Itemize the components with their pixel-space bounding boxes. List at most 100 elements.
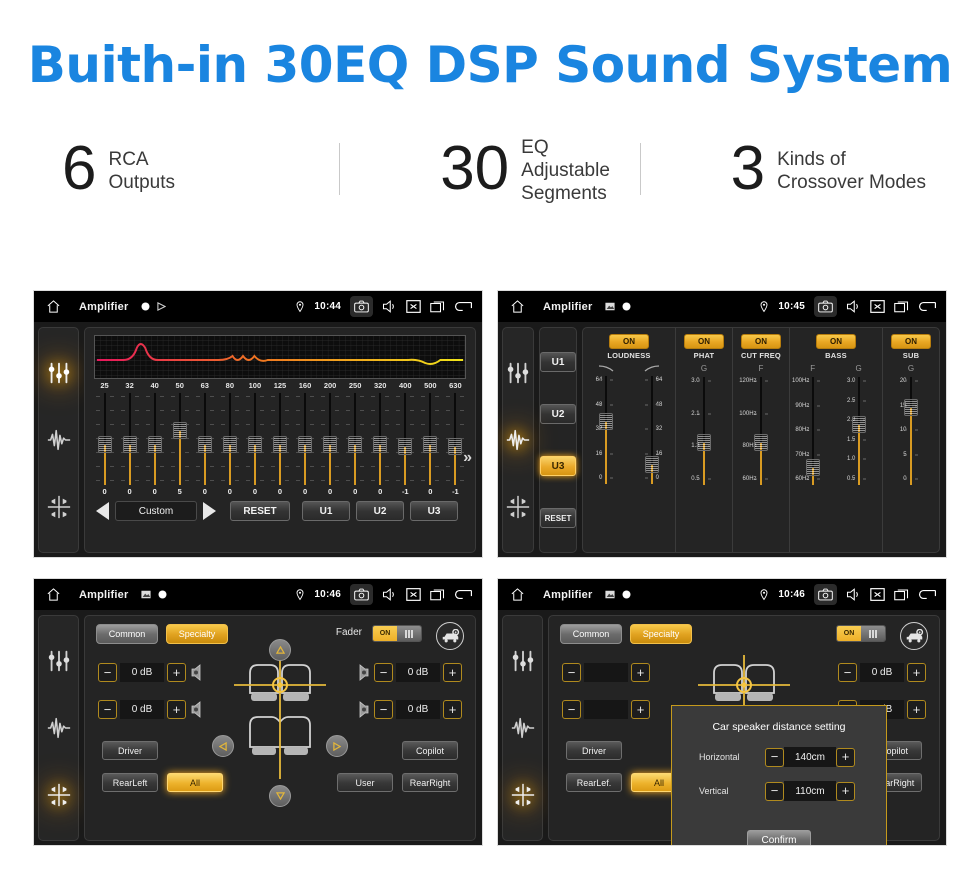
confirm-button[interactable]: Confirm xyxy=(747,830,811,845)
waveform-icon[interactable] xyxy=(510,715,536,741)
reset-button[interactable]: RESET xyxy=(230,501,290,521)
eq-slider-thumb[interactable] xyxy=(197,436,212,453)
plus-button[interactable]: + xyxy=(443,700,462,719)
minus-button[interactable]: − xyxy=(562,663,581,682)
seat-button-rearleft[interactable]: RearLeft xyxy=(102,773,158,792)
band-slider[interactable]: 120Hz 100Hz 80Hz 60Hz xyxy=(733,375,789,487)
home-icon[interactable] xyxy=(509,587,526,602)
volume-icon[interactable] xyxy=(846,587,861,602)
band-slider-thumb[interactable] xyxy=(645,456,659,473)
equalizer-icon[interactable] xyxy=(46,360,72,386)
minus-button[interactable]: − xyxy=(765,747,784,767)
camera-icon[interactable] xyxy=(818,587,833,602)
chevron-double-right-icon[interactable]: » xyxy=(463,450,472,466)
tab-common[interactable]: Common xyxy=(560,624,622,644)
balance-icon[interactable] xyxy=(46,782,72,808)
home-icon[interactable] xyxy=(509,299,526,314)
plus-button[interactable]: + xyxy=(167,663,186,682)
minus-button[interactable]: − xyxy=(765,781,784,801)
eq-slider[interactable] xyxy=(396,393,415,485)
preset-u3[interactable]: U3 xyxy=(540,456,576,476)
recents-icon[interactable] xyxy=(894,587,909,602)
fader-toggle[interactable]: ON xyxy=(836,625,886,642)
band-slider[interactable]: 644832160 xyxy=(583,374,629,486)
eq-slider-thumb[interactable] xyxy=(348,436,363,453)
camera-button[interactable] xyxy=(350,584,373,605)
volume-icon[interactable] xyxy=(382,299,397,314)
plus-button[interactable]: + xyxy=(907,700,926,719)
equalizer-icon[interactable] xyxy=(510,648,536,674)
preset-reset[interactable]: RESET xyxy=(540,508,576,528)
band-on-button[interactable]: ON xyxy=(891,334,931,349)
camera-icon[interactable] xyxy=(818,299,833,314)
fader-toggle[interactable]: ON xyxy=(372,625,422,642)
equalizer-icon[interactable] xyxy=(505,360,531,386)
band-on-button[interactable]: ON xyxy=(684,334,724,349)
u2-button[interactable]: U2 xyxy=(356,501,404,521)
minus-button[interactable]: − xyxy=(98,700,117,719)
plus-button[interactable]: + xyxy=(631,700,650,719)
eq-slider-thumb[interactable] xyxy=(172,422,187,439)
band-slider[interactable]: 20151050 xyxy=(883,375,939,487)
eq-slider[interactable] xyxy=(371,393,390,485)
close-icon[interactable] xyxy=(406,299,421,314)
eq-slider-thumb[interactable] xyxy=(298,436,313,453)
eq-slider[interactable] xyxy=(95,393,114,485)
recents-icon[interactable] xyxy=(430,299,445,314)
band-slider-thumb[interactable] xyxy=(754,434,768,451)
plus-button[interactable]: + xyxy=(836,781,855,801)
minus-button[interactable]: − xyxy=(374,700,393,719)
balance-icon[interactable] xyxy=(505,494,531,520)
u3-button[interactable]: U3 xyxy=(410,501,458,521)
balance-icon[interactable] xyxy=(46,494,72,520)
eq-slider[interactable] xyxy=(446,393,465,485)
minus-button[interactable]: − xyxy=(98,663,117,682)
eq-slider[interactable] xyxy=(195,393,214,485)
band-slider-thumb[interactable] xyxy=(697,434,711,451)
eq-slider[interactable] xyxy=(421,393,440,485)
arrow-down-icon[interactable] xyxy=(269,785,291,807)
plus-button[interactable]: + xyxy=(443,663,462,682)
tab-specialty[interactable]: Specialty xyxy=(166,624,228,644)
camera-button[interactable] xyxy=(814,584,837,605)
tab-specialty[interactable]: Specialty xyxy=(630,624,692,644)
seat-button-copilot[interactable]: Copilot xyxy=(402,741,458,760)
recents-icon[interactable] xyxy=(894,299,909,314)
eq-slider[interactable] xyxy=(220,393,239,485)
band-slider[interactable]: 644832160 xyxy=(629,374,675,486)
camera-button[interactable] xyxy=(350,296,373,317)
arrow-up-icon[interactable] xyxy=(269,639,291,661)
eq-slider-thumb[interactable] xyxy=(272,436,287,453)
minus-button[interactable]: − xyxy=(838,663,857,682)
eq-slider[interactable] xyxy=(170,393,189,485)
band-on-button[interactable]: ON xyxy=(609,334,649,349)
eq-slider-thumb[interactable] xyxy=(122,436,137,453)
preset-name[interactable]: Custom xyxy=(115,501,197,521)
seat-button-driver[interactable]: Driver xyxy=(566,741,622,760)
volume-icon[interactable] xyxy=(846,299,861,314)
band-slider-thumb[interactable] xyxy=(852,416,866,433)
band-slider[interactable]: 3.0 2.1 1.3 0.5 xyxy=(676,375,732,487)
camera-button[interactable] xyxy=(814,296,837,317)
plus-button[interactable]: + xyxy=(907,663,926,682)
eq-slider[interactable] xyxy=(296,393,315,485)
plus-button[interactable]: + xyxy=(836,747,855,767)
waveform-icon[interactable] xyxy=(46,715,72,741)
seat-button-driver[interactable]: Driver xyxy=(102,741,158,760)
preset-u2[interactable]: U2 xyxy=(540,404,576,424)
eq-slider[interactable] xyxy=(321,393,340,485)
plus-button[interactable]: + xyxy=(631,663,650,682)
seat-button-user[interactable]: User xyxy=(337,773,393,792)
eq-slider-thumb[interactable] xyxy=(373,436,388,453)
tab-common[interactable]: Common xyxy=(96,624,158,644)
arrow-left-icon[interactable] xyxy=(96,502,109,520)
band-slider-thumb[interactable] xyxy=(806,459,820,476)
camera-icon[interactable] xyxy=(354,587,369,602)
seat-button-rearright[interactable]: RearRight xyxy=(402,773,458,792)
eq-slider-thumb[interactable] xyxy=(448,438,463,455)
equalizer-icon[interactable] xyxy=(46,648,72,674)
back-icon[interactable] xyxy=(454,587,473,602)
eq-slider-thumb[interactable] xyxy=(247,436,262,453)
close-icon[interactable] xyxy=(870,299,885,314)
home-icon[interactable] xyxy=(45,587,62,602)
